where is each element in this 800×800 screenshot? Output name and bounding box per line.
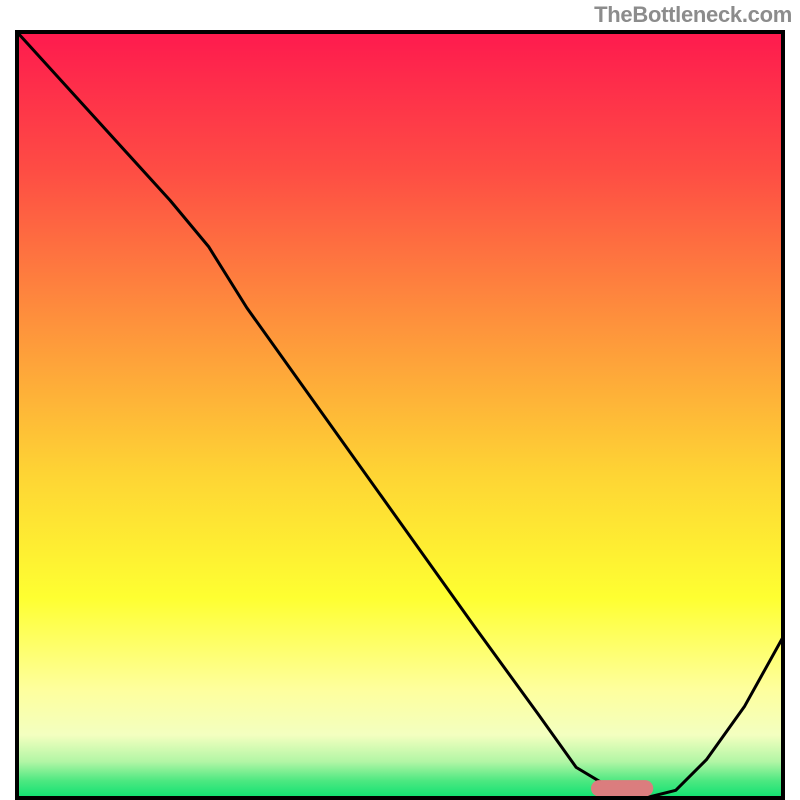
optimum-marker: [592, 781, 653, 796]
watermark-label: TheBottleneck.com: [594, 2, 792, 28]
chart-container: TheBottleneck.com: [0, 0, 800, 800]
chart-svg: [15, 30, 785, 800]
plot-background: [19, 34, 781, 796]
